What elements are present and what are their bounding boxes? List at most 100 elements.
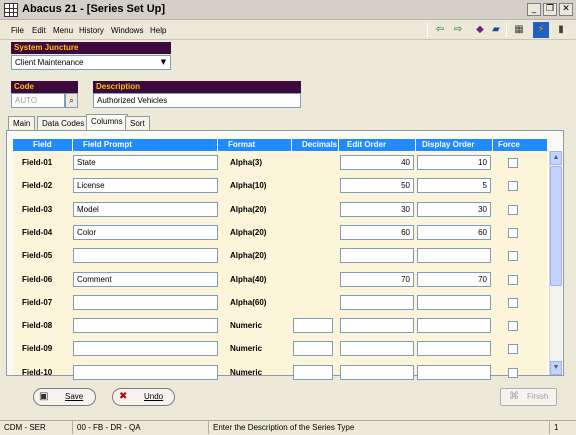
display-order-input[interactable]: 70 <box>417 272 491 287</box>
edit-order-input[interactable]: 70 <box>340 272 414 287</box>
tab-data-codes[interactable]: Data Codes <box>37 116 90 130</box>
row-field-label: Field-01 <box>22 158 53 167</box>
decimals-input[interactable] <box>293 341 333 356</box>
field-prompt-input[interactable] <box>73 295 218 310</box>
description-label: Description <box>93 81 301 93</box>
code-field[interactable]: AUTO <box>11 93 65 108</box>
tab-columns[interactable]: Columns <box>86 114 128 131</box>
display-order-input[interactable]: 5 <box>417 178 491 193</box>
col-header-display-order: Display Order <box>416 139 493 151</box>
scroll-down-icon[interactable]: ▼ <box>550 361 562 375</box>
force-checkbox[interactable] <box>508 321 518 331</box>
force-checkbox[interactable] <box>508 251 518 261</box>
tab-sort[interactable]: Sort <box>125 116 150 130</box>
col-header-field-prompt: Field Prompt <box>73 139 218 151</box>
edit-order-input[interactable]: 30 <box>340 202 414 217</box>
window-title: Abacus 21 - [Series Set Up] <box>22 3 166 15</box>
field-prompt-input[interactable]: Comment <box>73 272 218 287</box>
system-juncture-label: System Juncture <box>11 42 171 54</box>
force-checkbox[interactable] <box>508 275 518 285</box>
format-value: Alpha(3) <box>230 158 262 167</box>
system-juncture-select[interactable]: Client Maintenance <box>11 55 171 70</box>
row-field-label: Field-09 <box>22 344 53 353</box>
display-order-input[interactable] <box>417 318 491 333</box>
col-header-edit-order: Edit Order <box>339 139 416 151</box>
format-value: Alpha(10) <box>230 181 267 190</box>
format-value: Alpha(60) <box>230 298 267 307</box>
book-icon[interactable]: ◆ <box>472 22 488 38</box>
force-checkbox[interactable] <box>508 158 518 168</box>
force-checkbox[interactable] <box>508 181 518 191</box>
restore-icon[interactable]: ❐ <box>543 3 557 16</box>
col-header-field: Field <box>13 139 73 151</box>
display-order-input[interactable] <box>417 365 491 380</box>
field-prompt-input[interactable]: Color <box>73 225 218 240</box>
force-checkbox[interactable] <box>508 228 518 238</box>
lookup-icon[interactable]: ⌕ <box>65 93 78 108</box>
force-checkbox[interactable] <box>508 344 518 354</box>
exit-door-icon[interactable]: ▮ <box>553 22 569 38</box>
field-prompt-input[interactable]: Model <box>73 202 218 217</box>
calculator-icon[interactable]: ▦ <box>511 22 527 38</box>
format-value: Alpha(40) <box>230 275 267 284</box>
force-checkbox[interactable] <box>508 205 518 215</box>
col-header-decimals: Decimals <box>292 139 339 151</box>
field-prompt-input[interactable] <box>73 341 218 356</box>
edit-order-input[interactable] <box>340 341 414 356</box>
status-codes: 00 - FB - DR - QA <box>73 421 209 434</box>
field-prompt-input[interactable] <box>73 248 218 263</box>
menu-file[interactable]: File <box>11 26 24 35</box>
force-checkbox[interactable] <box>508 298 518 308</box>
edit-order-input[interactable]: 50 <box>340 178 414 193</box>
menu-history[interactable]: History <box>79 26 104 35</box>
edit-order-input[interactable] <box>340 295 414 310</box>
code-label: Code <box>11 81 78 93</box>
tab-main[interactable]: Main <box>8 116 36 130</box>
forward-arrow-icon[interactable]: ⇨ <box>450 22 466 38</box>
format-value: Numeric <box>230 368 263 377</box>
edit-order-input[interactable]: 40 <box>340 155 414 170</box>
decimals-input[interactable] <box>293 318 333 333</box>
field-prompt-input[interactable] <box>73 365 218 380</box>
display-order-input[interactable] <box>417 341 491 356</box>
description-field[interactable]: Authorized Vehicles <box>93 93 301 108</box>
display-order-input[interactable]: 60 <box>417 225 491 240</box>
display-order-input[interactable] <box>417 248 491 263</box>
undo-label: Undo <box>144 392 164 401</box>
edit-order-input[interactable] <box>340 248 414 263</box>
col-header-force: Force <box>498 140 520 149</box>
field-prompt-input[interactable]: State <box>73 155 218 170</box>
menu-windows[interactable]: Windows <box>111 26 143 35</box>
edit-order-input[interactable]: 60 <box>340 225 414 240</box>
scroll-up-icon[interactable]: ▲ <box>550 151 562 165</box>
display-order-input[interactable]: 30 <box>417 202 491 217</box>
chevron-down-icon[interactable]: ▼ <box>158 57 169 68</box>
minimize-icon[interactable]: _ <box>527 3 541 16</box>
menu-edit[interactable]: Edit <box>32 26 46 35</box>
save-label: Save <box>65 392 84 401</box>
close-icon[interactable]: ✕ <box>559 3 573 16</box>
display-order-input[interactable] <box>417 295 491 310</box>
row-field-label: Field-08 <box>22 321 53 330</box>
finish-label: Finish <box>527 392 549 401</box>
decimals-input[interactable] <box>293 365 333 380</box>
print-icon[interactable]: ▰ <box>488 22 504 38</box>
run-icon[interactable]: ⚡ <box>533 22 549 38</box>
scrollbar-thumb[interactable] <box>550 166 562 286</box>
edit-order-input[interactable] <box>340 365 414 380</box>
save-button[interactable]: ▣ Save <box>33 388 96 406</box>
menu-menu[interactable]: Menu <box>53 26 73 35</box>
format-value: Alpha(20) <box>230 251 267 260</box>
finish-button[interactable]: ⌘ Finish <box>500 388 557 406</box>
field-prompt-input[interactable] <box>73 318 218 333</box>
row-field-label: Field-07 <box>22 298 53 307</box>
force-checkbox[interactable] <box>508 368 518 378</box>
undo-button[interactable]: ✖ Undo <box>112 388 175 406</box>
back-arrow-icon[interactable]: ⇦ <box>432 22 448 38</box>
edit-order-input[interactable] <box>340 318 414 333</box>
undo-x-icon: ✖ <box>119 391 128 402</box>
display-order-input[interactable]: 10 <box>417 155 491 170</box>
menu-help[interactable]: Help <box>150 26 166 35</box>
format-value: Alpha(20) <box>230 205 267 214</box>
field-prompt-input[interactable]: License <box>73 178 218 193</box>
